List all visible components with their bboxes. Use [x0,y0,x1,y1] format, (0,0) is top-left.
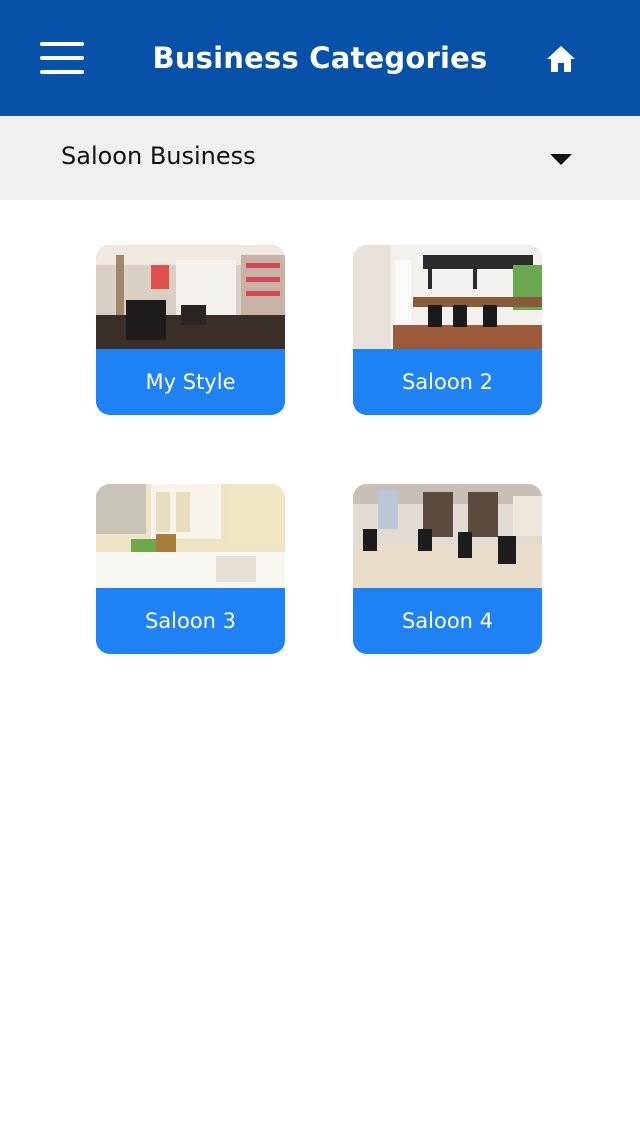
business-card-label: Saloon 4 [353,588,542,654]
caret-down-icon [550,154,572,165]
category-dropdown-value: Saloon Business [61,142,256,170]
business-card-my-style[interactable]: My Style [96,245,285,415]
hamburger-menu-icon[interactable] [40,42,84,74]
business-card-label: Saloon 2 [353,349,542,415]
business-card-saloon-2[interactable]: Saloon 2 [353,245,542,415]
home-icon[interactable] [546,44,576,74]
salon-photo [353,484,542,588]
salon-photo [96,484,285,588]
salon-photo [353,245,542,349]
page-title: Business Categories [152,41,488,75]
category-dropdown[interactable]: Saloon Business [0,116,640,200]
business-card-label: Saloon 3 [96,588,285,654]
business-card-saloon-4[interactable]: Saloon 4 [353,484,542,654]
business-card-label: My Style [96,349,285,415]
salon-photo [96,245,285,349]
app-bar: Business Categories [0,0,640,116]
business-card-saloon-3[interactable]: Saloon 3 [96,484,285,654]
